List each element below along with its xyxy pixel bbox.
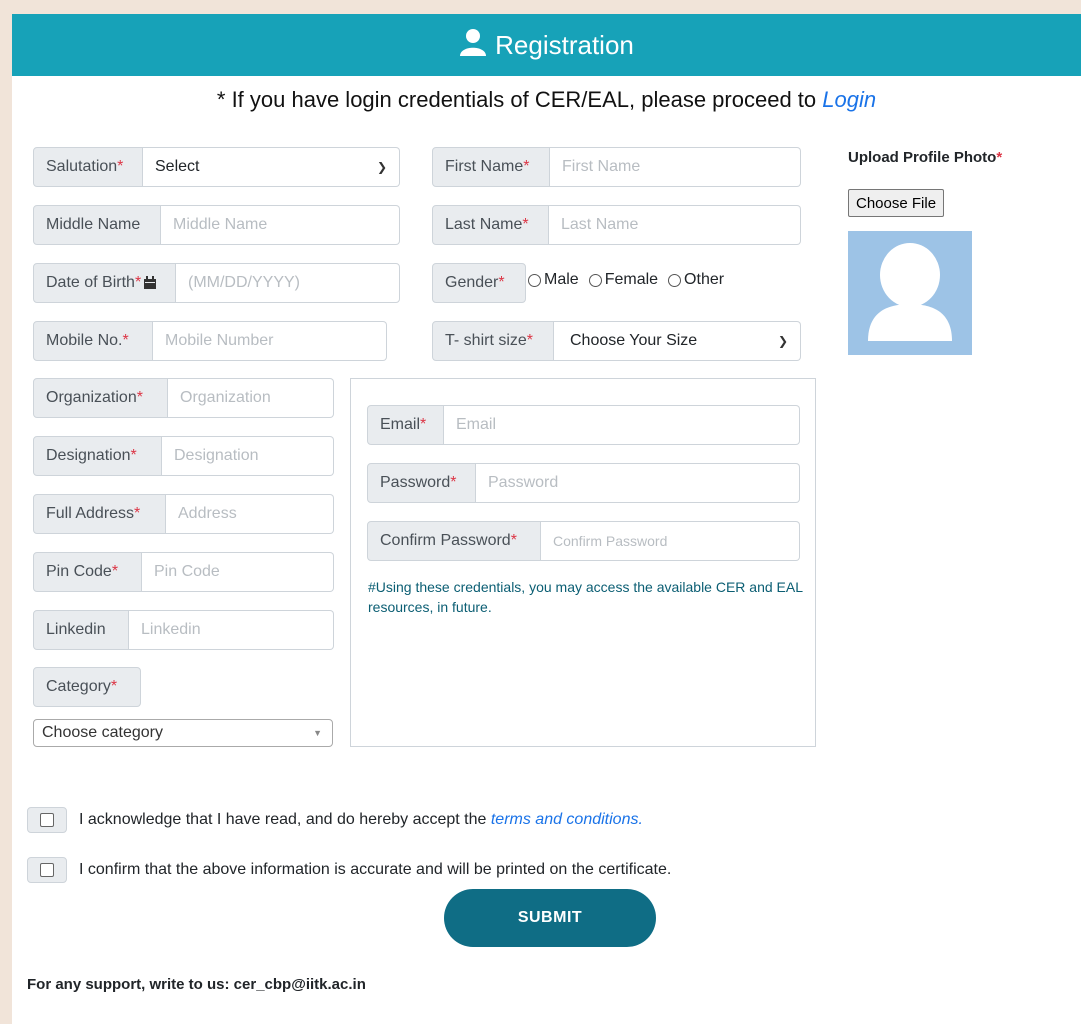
first-name-input[interactable]: First Name [550,147,801,187]
middle-name-label: Middle Name [33,205,161,245]
pincode-group: Pin Code * Pin Code [33,552,334,592]
organization-label: Organization * [33,378,168,418]
password-label: Password * [367,463,476,503]
linkedin-label: Linkedin [33,610,129,650]
terms-checkbox[interactable] [27,807,67,833]
choose-file-button[interactable]: Choose File [848,189,945,217]
pincode-input[interactable]: Pin Code [142,552,334,592]
avatar-placeholder [848,231,972,355]
dob-group: Date of Birth * (MM/DD/YYYY) [33,263,400,303]
gender-label: Gender * [432,263,526,303]
password-group: Password * Password [367,463,800,503]
salutation-group: Salutation * Select ❯ [33,147,400,187]
address-input[interactable]: Address [166,494,334,534]
email-group: Email * Email [367,405,800,445]
tshirt-label: T- shirt size * [432,321,554,361]
page-title: Registration [495,29,634,60]
terms-row: I acknowledge that I have read, and do h… [27,807,643,833]
login-notice: * If you have login credentials of CER/E… [12,87,1081,113]
category-label: Category * [33,667,141,707]
gender-female-radio[interactable]: Female [588,271,658,289]
confirm-row: I confirm that the above information is … [27,857,671,883]
login-link[interactable]: Login [822,87,876,112]
dob-input[interactable]: (MM/DD/YYYY) [175,263,400,303]
designation-input[interactable]: Designation [162,436,334,476]
category-select[interactable]: Choose category ▼ [33,719,333,747]
address-label: Full Address * [33,494,166,534]
terms-text: I acknowledge that I have read, and do h… [79,811,487,828]
designation-group: Designation * Designation [33,436,334,476]
user-icon [459,28,487,63]
gender-male-radio[interactable]: Male [528,271,579,289]
gender-group: Gender * [432,263,526,303]
first-name-group: First Name * First Name [432,147,801,187]
designation-label: Designation * [33,436,162,476]
organization-group: Organization * Organization [33,378,334,418]
credentials-note: #Using these credentials, you may access… [368,579,803,615]
last-name-label: Last Name * [432,205,549,245]
first-name-label: First Name * [432,147,550,187]
notice-text: * If you have login credentials of CER/E… [216,87,823,112]
pincode-label: Pin Code * [33,552,142,592]
terms-link[interactable]: terms and conditions. [491,811,643,829]
middle-name-input[interactable]: Middle Name [161,205,400,245]
mobile-label: Mobile No. * [33,321,153,361]
confirm-password-label: Confirm Password * [367,521,541,561]
upload-photo-title: Upload Profile Photo* [848,149,1003,166]
confirm-password-group: Confirm Password * Confirm Password [367,521,800,561]
calendar-icon [143,276,157,290]
confirm-text: I confirm that the above information is … [79,861,672,878]
gender-other-radio[interactable]: Other [668,271,724,289]
user-silhouette-icon [868,243,952,341]
category-group: Category * [33,667,141,707]
confirm-checkbox[interactable] [27,857,67,883]
mobile-group: Mobile No. * Mobile Number [33,321,387,361]
password-input[interactable]: Password [476,463,800,503]
email-label: Email * [367,405,444,445]
last-name-group: Last Name * Last Name [432,205,801,245]
support-text: For any support, write to us: cer_cbp@ii… [27,976,366,993]
gender-options: Male Female Other [528,271,724,289]
submit-button[interactable]: SUBMIT [444,889,656,947]
email-input[interactable]: Email [444,405,800,445]
salutation-label: Salutation * [33,147,143,187]
registration-header: Registration [12,14,1081,76]
dob-label: Date of Birth * [33,263,176,303]
caret-down-icon: ▼ [313,728,322,738]
address-group: Full Address * Address [33,494,334,534]
mobile-input[interactable]: Mobile Number [153,321,387,361]
linkedin-input[interactable]: Linkedin [129,610,334,650]
tshirt-select[interactable]: Choose Your Size ❯ [554,321,801,361]
confirm-password-input[interactable]: Confirm Password [541,521,800,561]
last-name-input[interactable]: Last Name [549,205,801,245]
tshirt-group: T- shirt size * Choose Your Size ❯ [432,321,801,361]
middle-name-group: Middle Name Middle Name [33,205,400,245]
linkedin-group: Linkedin Linkedin [33,610,334,650]
chevron-down-icon: ❯ [777,334,788,348]
organization-input[interactable]: Organization [168,378,334,418]
salutation-select[interactable]: Select ❯ [143,147,400,187]
chevron-down-icon: ❯ [376,160,387,174]
